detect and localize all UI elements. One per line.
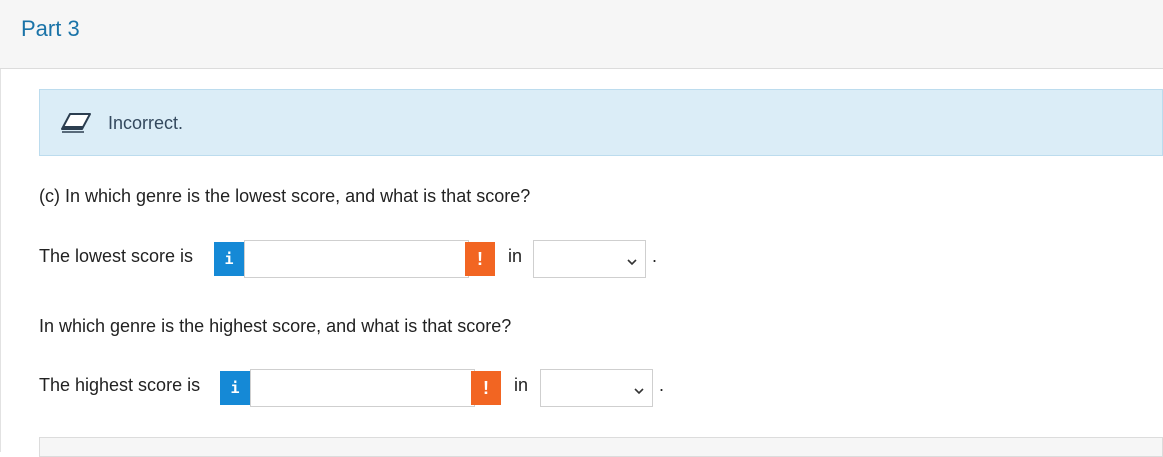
question-c: (c) In which genre is the lowest score, …	[39, 186, 531, 206]
warning-icon[interactable]: !	[471, 371, 501, 405]
info-icon[interactable]: i	[220, 371, 250, 405]
part-header: Part 3	[0, 0, 1163, 69]
in-label: in	[508, 246, 523, 266]
question-highest: In which genre is the highest score, and…	[39, 316, 512, 336]
info-icon[interactable]: i	[214, 242, 244, 276]
highest-genre-select[interactable]	[540, 369, 653, 407]
lowest-score-input[interactable]	[244, 240, 469, 278]
next-part-panel	[39, 437, 1163, 457]
lowest-score-label: The lowest score is	[39, 246, 194, 266]
eraser-icon	[60, 112, 92, 139]
chevron-down-icon	[626, 254, 638, 272]
sentence-period: .	[652, 246, 658, 266]
highest-score-label: The highest score is	[39, 375, 201, 395]
part-title: Part 3	[21, 16, 80, 41]
chevron-down-icon	[633, 383, 645, 401]
in-label: in	[514, 375, 529, 395]
feedback-alert: Incorrect.	[39, 89, 1163, 156]
sentence-period: .	[659, 375, 665, 395]
warning-icon[interactable]: !	[465, 242, 495, 276]
highest-score-input[interactable]	[250, 369, 475, 407]
content-left-border	[0, 69, 1, 452]
feedback-message: Incorrect.	[108, 113, 184, 133]
lowest-genre-select[interactable]	[533, 240, 646, 278]
